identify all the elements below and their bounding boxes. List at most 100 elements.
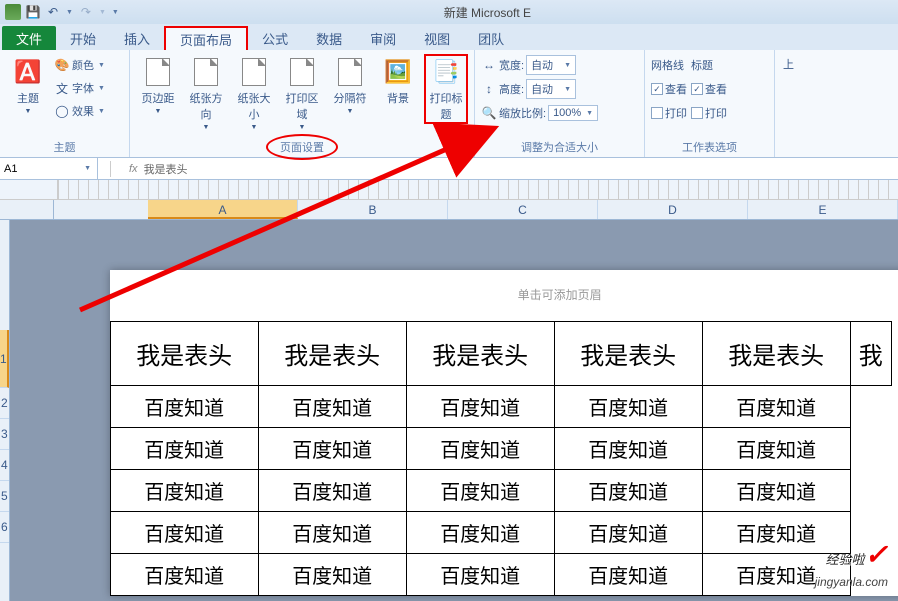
name-box[interactable]: A1▼ xyxy=(0,158,98,179)
data-cell[interactable]: 百度知道 xyxy=(258,386,406,428)
themes-button[interactable]: 🅰️ 主题 ▼ xyxy=(6,54,50,117)
print-area-label: 打印区域 xyxy=(282,90,322,122)
width-value: 自动 xyxy=(531,57,553,73)
gridlines-print-label: 打印 xyxy=(665,105,687,121)
headings-heading: 标题 xyxy=(691,54,727,76)
row-header-6[interactable]: 6 xyxy=(0,512,9,543)
headings-view-checkbox[interactable]: ✓查看 xyxy=(691,78,727,100)
headings-print-checkbox[interactable]: 打印 xyxy=(691,102,727,124)
tab-page-layout[interactable]: 页面布局 xyxy=(164,26,248,50)
scale-value: 100% xyxy=(553,107,581,119)
data-cell[interactable]: 百度知道 xyxy=(110,470,258,512)
background-button[interactable]: 🖼️背景 xyxy=(376,54,420,108)
data-cell[interactable]: 百度知道 xyxy=(554,470,702,512)
ribbon-tabs: 文件 开始 插入 页面布局 公式 数据 审阅 视图 团队 xyxy=(0,24,898,50)
orientation-button[interactable]: 纸张方向▼ xyxy=(184,54,228,133)
effects-label: 效果 xyxy=(72,103,94,119)
row-header-2[interactable]: 2 xyxy=(0,388,9,419)
theme-colors-button[interactable]: 🎨颜色▼ xyxy=(54,54,107,76)
header-cell[interactable]: 我 xyxy=(850,322,891,386)
header-cell[interactable]: 我是表头 xyxy=(702,322,850,386)
print-titles-button[interactable]: 📑打印标题 xyxy=(424,54,468,124)
col-header-c[interactable]: C xyxy=(448,200,598,219)
data-cell[interactable]: 百度知道 xyxy=(406,386,554,428)
tab-insert[interactable]: 插入 xyxy=(110,26,164,50)
data-cell[interactable]: 百度知道 xyxy=(702,386,850,428)
header-cell[interactable]: 我是表头 xyxy=(406,322,554,386)
data-cell[interactable]: 百度知道 xyxy=(110,386,258,428)
data-cell[interactable]: 百度知道 xyxy=(110,428,258,470)
width-combo[interactable]: 自动▼ xyxy=(526,55,576,75)
header-cell[interactable]: 我是表头 xyxy=(258,322,406,386)
theme-effects-button[interactable]: ◯效果▼ xyxy=(54,100,107,122)
col-header-a[interactable]: A xyxy=(148,200,298,219)
theme-fonts-button[interactable]: 文字体▼ xyxy=(54,77,107,99)
save-icon[interactable]: 💾 xyxy=(24,3,42,21)
scale-combo[interactable]: 100%▼ xyxy=(548,105,598,121)
col-header-b[interactable]: B xyxy=(298,200,448,219)
redo-dropdown-icon[interactable]: ▼ xyxy=(97,9,108,16)
select-all-corner[interactable] xyxy=(0,200,54,219)
tab-team[interactable]: 团队 xyxy=(464,26,518,50)
data-cell[interactable]: 百度知道 xyxy=(554,386,702,428)
tab-formulas[interactable]: 公式 xyxy=(248,26,302,50)
data-cell[interactable]: 百度知道 xyxy=(258,470,406,512)
data-cell[interactable]: 百度知道 xyxy=(406,428,554,470)
fonts-label: 字体 xyxy=(72,80,94,96)
gridlines-view-checkbox[interactable]: ✓查看 xyxy=(651,78,687,100)
height-combo[interactable]: 自动▼ xyxy=(526,79,576,99)
header-placeholder[interactable]: 单击可添加页眉 xyxy=(110,270,898,321)
tab-review[interactable]: 审阅 xyxy=(356,26,410,50)
gridlines-print-checkbox[interactable]: 打印 xyxy=(651,102,687,124)
data-cell[interactable]: 百度知道 xyxy=(554,512,702,554)
data-cell[interactable]: 百度知道 xyxy=(110,512,258,554)
margins-button[interactable]: 页边距▼ xyxy=(136,54,180,117)
formula-bar: A1▼ fx 我是表头 xyxy=(0,158,898,180)
print-area-button[interactable]: 打印区域▼ xyxy=(280,54,324,133)
group-sheet-options: 网格线 ✓查看 打印 标题 ✓查看 打印 工作表选项 xyxy=(645,50,775,157)
data-cell[interactable]: 百度知道 xyxy=(406,554,554,596)
fx-icon[interactable]: fx xyxy=(129,163,138,175)
tab-view[interactable]: 视图 xyxy=(410,26,464,50)
bring-forward-button[interactable]: 上 xyxy=(781,54,796,74)
row-header-3[interactable]: 3 xyxy=(0,419,9,450)
breaks-button[interactable]: 分隔符▼ xyxy=(328,54,372,117)
data-cell[interactable]: 百度知道 xyxy=(258,512,406,554)
data-cell[interactable]: 百度知道 xyxy=(406,470,554,512)
tab-data[interactable]: 数据 xyxy=(302,26,356,50)
undo-icon[interactable]: ↶ xyxy=(44,3,62,21)
headings-view-label: 查看 xyxy=(705,81,727,97)
size-button[interactable]: 纸张大小▼ xyxy=(232,54,276,133)
redo-icon[interactable]: ↷ xyxy=(77,3,95,21)
tab-home[interactable]: 开始 xyxy=(56,26,110,50)
row-header-5[interactable]: 5 xyxy=(0,481,9,512)
width-label: 宽度: xyxy=(499,57,524,73)
header-cell[interactable]: 我是表头 xyxy=(554,322,702,386)
row-header-4[interactable]: 4 xyxy=(0,450,9,481)
data-cell[interactable]: 百度知道 xyxy=(702,428,850,470)
formula-content[interactable]: 我是表头 xyxy=(144,161,188,177)
undo-dropdown-icon[interactable]: ▼ xyxy=(64,9,75,16)
data-cell[interactable]: 百度知道 xyxy=(406,512,554,554)
breaks-icon xyxy=(334,56,366,88)
col-header-d[interactable]: D xyxy=(598,200,748,219)
margins-label: 页边距 xyxy=(142,90,175,106)
data-cell[interactable]: 百度知道 xyxy=(258,428,406,470)
data-cell[interactable]: 百度知道 xyxy=(110,554,258,596)
data-cell[interactable]: 百度知道 xyxy=(258,554,406,596)
margins-icon xyxy=(142,56,174,88)
fonts-icon: 文 xyxy=(54,80,70,96)
data-table[interactable]: 我是表头我是表头我是表头我是表头我是表头我百度知道百度知道百度知道百度知道百度知… xyxy=(110,321,892,596)
header-cell[interactable]: 我是表头 xyxy=(110,322,258,386)
data-cell[interactable]: 百度知道 xyxy=(554,428,702,470)
checkbox-checked-icon: ✓ xyxy=(691,83,703,95)
checkbox-icon xyxy=(691,107,703,119)
data-cell[interactable]: 百度知道 xyxy=(554,554,702,596)
row-header-1[interactable]: 1 xyxy=(0,330,9,388)
colors-icon: 🎨 xyxy=(54,57,70,73)
col-header-e[interactable]: E xyxy=(748,200,898,219)
colors-label: 颜色 xyxy=(72,57,94,73)
qat-customize-icon[interactable]: ▼ xyxy=(110,9,121,16)
data-cell[interactable]: 百度知道 xyxy=(702,470,850,512)
file-tab[interactable]: 文件 xyxy=(2,26,56,50)
